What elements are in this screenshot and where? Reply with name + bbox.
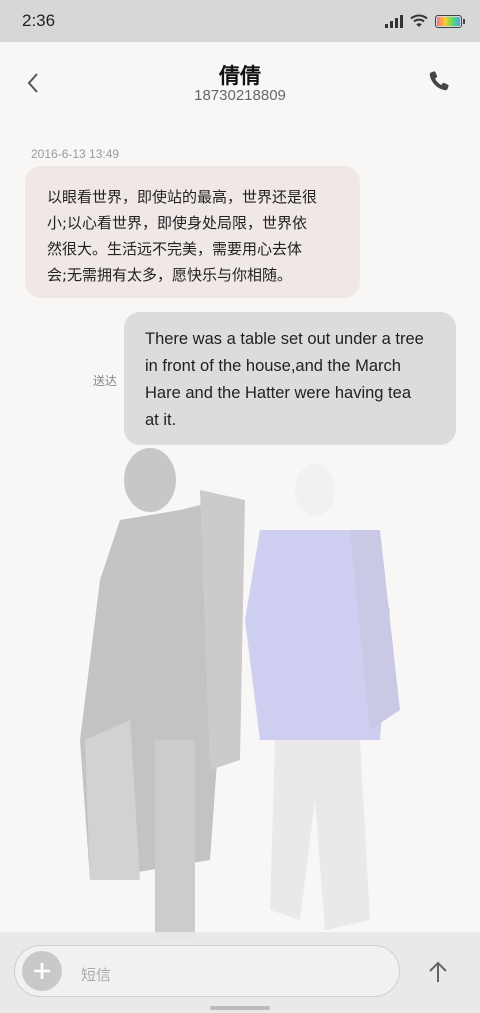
delivery-status: 送达 (93, 374, 118, 388)
messaging-screen: 2:36 倩倩 18730218809 2016-6-13 13:49 以眼看世… (0, 0, 480, 1013)
status-bar: 2:36 (0, 0, 480, 42)
contact-number: 18730218809 (194, 87, 286, 104)
message-line: in front of the house,and the March (145, 357, 401, 375)
status-time: 2:36 (22, 11, 56, 30)
message-line: 会;无需拥有太多，愿快乐与你相随。 (47, 266, 293, 284)
message-line: 小;以心看世界，即使身处局限，世界依 (47, 214, 308, 232)
outgoing-message-bubble[interactable]: There was a table set out under a tree i… (124, 312, 456, 445)
conversation-header: 倩倩 18730218809 (0, 42, 480, 124)
plus-icon (34, 963, 50, 979)
incoming-message-bubble[interactable]: 以眼看世界，即使站的最高，世界还是很 小;以心看世界，即使身处局限，世界依 然很… (25, 166, 360, 298)
message-line: 以眼看世界，即使站的最高，世界还是很 (47, 188, 318, 206)
home-indicator (210, 1006, 270, 1010)
attach-button[interactable] (22, 951, 62, 991)
message-input[interactable] (14, 945, 400, 997)
input-placeholder: 短信 (81, 966, 112, 984)
call-button[interactable] (424, 66, 454, 96)
message-line: There was a table set out under a tree (145, 330, 424, 348)
signal-icon (385, 14, 403, 28)
contact-name: 倩倩 (219, 65, 261, 88)
wifi-icon (410, 14, 428, 27)
status-icons (385, 14, 465, 28)
arrow-up-icon (429, 961, 447, 982)
message-line: 然很大。生活远不完美，需要用心去体 (47, 240, 303, 258)
phone-icon (429, 71, 449, 91)
message-timestamp: 2016-6-13 13:49 (31, 147, 120, 161)
message-composer: 短信 (0, 932, 480, 1013)
message-line: at it. (145, 411, 177, 429)
send-button[interactable] (424, 957, 452, 987)
message-line: Hare and the Hatter were having tea (145, 384, 411, 402)
battery-icon (435, 14, 465, 28)
background-figures-image (80, 448, 400, 940)
